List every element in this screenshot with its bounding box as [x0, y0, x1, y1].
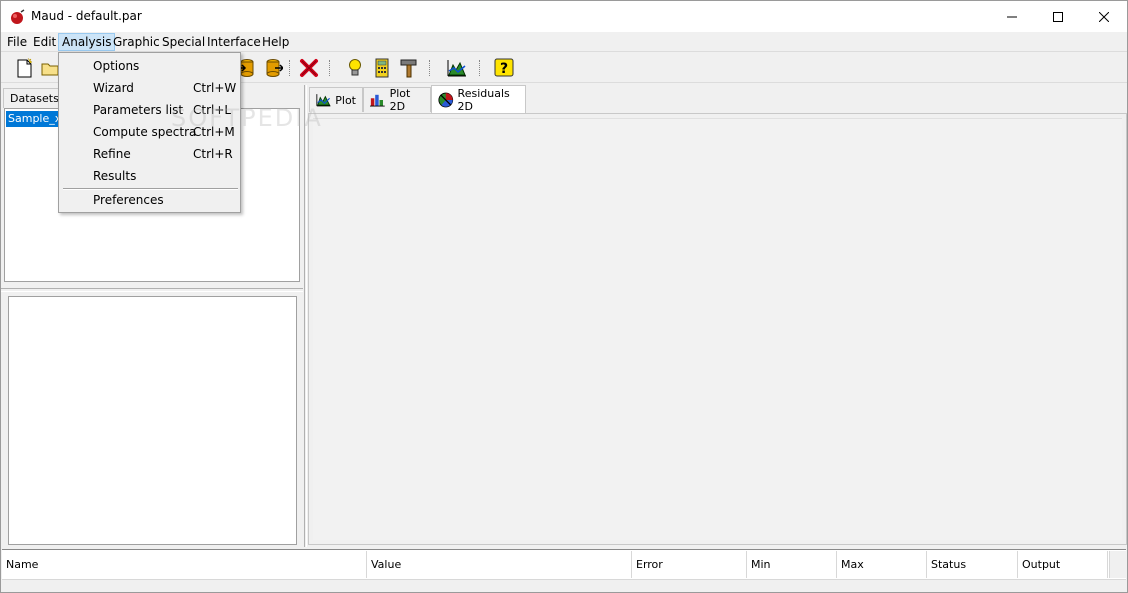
- help-icon[interactable]: ?: [493, 57, 515, 79]
- svg-text:?: ?: [500, 61, 508, 77]
- menu-item-results[interactable]: Results: [61, 165, 238, 187]
- parameters-table: Name Value Error Min Max Status Output: [2, 549, 1126, 592]
- title-bar[interactable]: Maud - default.par: [1, 1, 1127, 32]
- column-header-min[interactable]: Min: [747, 551, 837, 578]
- window-title: Maud - default.par: [31, 9, 142, 23]
- menu-item-options[interactable]: Options: [61, 55, 238, 77]
- menu-item-label: Parameters list: [93, 103, 184, 117]
- maud-app-icon: [11, 9, 25, 24]
- menu-item-label: Results: [93, 169, 137, 183]
- lightbulb-icon[interactable]: [344, 57, 366, 79]
- menu-item-refine[interactable]: Refine Ctrl+R: [61, 143, 238, 165]
- hammer-icon[interactable]: [398, 57, 420, 79]
- horizontal-scrollbar[interactable]: [2, 579, 1126, 592]
- vertical-splitter[interactable]: [304, 85, 307, 547]
- column-header-status[interactable]: Status: [927, 551, 1018, 578]
- toolbar-separator: [329, 60, 331, 76]
- plot-area: [308, 113, 1127, 545]
- menu-item-label: Options: [93, 59, 140, 73]
- menu-item-label: Refine: [93, 147, 131, 161]
- menu-item-shortcut: Ctrl+W: [193, 81, 237, 95]
- tab-residuals-2d[interactable]: Residuals 2D: [431, 85, 526, 113]
- menu-special[interactable]: Special: [159, 33, 208, 51]
- maximize-icon: [1053, 11, 1063, 22]
- watermark: SOFTPEDIA: [171, 104, 323, 132]
- menu-analysis[interactable]: Analysis: [58, 33, 116, 51]
- maximize-button[interactable]: [1035, 1, 1081, 32]
- tab-plot-2d[interactable]: Plot 2D: [363, 87, 431, 113]
- menu-item-wizard[interactable]: Wizard Ctrl+W: [61, 77, 238, 99]
- column-header-error[interactable]: Error: [632, 551, 747, 578]
- toolbar-separator: [289, 60, 291, 76]
- minimize-icon: [1007, 16, 1017, 17]
- dataset-item[interactable]: Sample_x: [6, 111, 61, 127]
- menu-interface[interactable]: Interface: [204, 33, 264, 51]
- menu-item-label: Preferences: [93, 193, 164, 207]
- parameters-table-header: Name Value Error Min Max Status Output: [2, 551, 1108, 578]
- menu-item-label: Wizard: [93, 81, 134, 95]
- menu-edit[interactable]: Edit: [30, 33, 59, 51]
- menu-file[interactable]: File: [4, 33, 30, 51]
- import-icon[interactable]: [261, 57, 283, 79]
- horizontal-splitter[interactable]: [1, 288, 303, 292]
- close-button[interactable]: [1081, 1, 1127, 32]
- column-header-output[interactable]: Output: [1018, 551, 1108, 578]
- plot-canvas[interactable]: [313, 118, 1122, 540]
- menu-item-preferences[interactable]: Preferences: [61, 189, 238, 211]
- residuals-icon: [438, 92, 454, 107]
- delete-icon[interactable]: [298, 57, 320, 79]
- tab-plot-label: Plot: [335, 93, 356, 107]
- column-header-name[interactable]: Name: [2, 551, 367, 578]
- toolbar-separator: [429, 60, 431, 76]
- calculator-icon[interactable]: [371, 57, 393, 79]
- close-icon: [1099, 11, 1109, 22]
- table-scrollbar[interactable]: [1109, 551, 1126, 578]
- analysis-menu-dropdown: Options Wizard Ctrl+W Parameters list Ct…: [58, 52, 241, 213]
- column-header-value[interactable]: Value: [367, 551, 632, 578]
- tab-plot-2d-label: Plot 2D: [389, 87, 411, 113]
- menu-graphic[interactable]: Graphic: [110, 33, 163, 51]
- plot2d-icon: [370, 94, 385, 107]
- chart-icon[interactable]: [446, 57, 468, 79]
- menu-help[interactable]: Help: [259, 33, 292, 51]
- menu-item-shortcut: Ctrl+R: [193, 147, 233, 161]
- column-header-max[interactable]: Max: [837, 551, 927, 578]
- datasets-tab[interactable]: Datasets: [3, 88, 59, 108]
- dataset-details-panel: [8, 296, 297, 545]
- app-window: Maud - default.par File Edit Analysis Gr…: [0, 0, 1128, 593]
- menu-bar: File Edit Analysis Graphic Special Inter…: [1, 32, 1127, 52]
- toolbar-separator: [479, 60, 481, 76]
- tab-residuals-2d-label: Residuals 2D: [457, 86, 510, 113]
- minimize-button[interactable]: [989, 1, 1035, 32]
- new-file-icon[interactable]: [13, 57, 35, 79]
